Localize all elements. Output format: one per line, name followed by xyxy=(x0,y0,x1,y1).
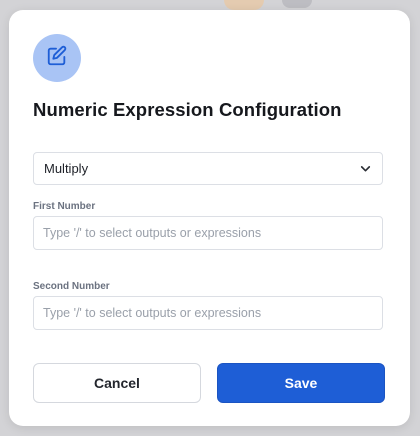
save-button[interactable]: Save xyxy=(217,363,385,403)
first-number-label: First Number xyxy=(33,201,96,212)
backdrop-shape xyxy=(224,0,264,10)
second-number-input[interactable] xyxy=(33,296,383,330)
dialog-title: Numeric Expression Configuration xyxy=(33,99,342,120)
edit-icon-badge xyxy=(33,34,81,82)
numeric-expression-dialog: Numeric Expression Configuration Multipl… xyxy=(9,10,410,426)
edit-icon xyxy=(46,45,68,72)
chevron-down-icon[interactable] xyxy=(358,162,372,176)
operation-select[interactable]: Multiply xyxy=(33,152,383,185)
second-number-label: Second Number xyxy=(33,281,110,292)
operation-select-value: Multiply xyxy=(44,161,89,176)
cancel-button[interactable]: Cancel xyxy=(33,363,201,403)
backdrop-shape xyxy=(282,0,312,8)
first-number-input[interactable] xyxy=(33,216,383,250)
